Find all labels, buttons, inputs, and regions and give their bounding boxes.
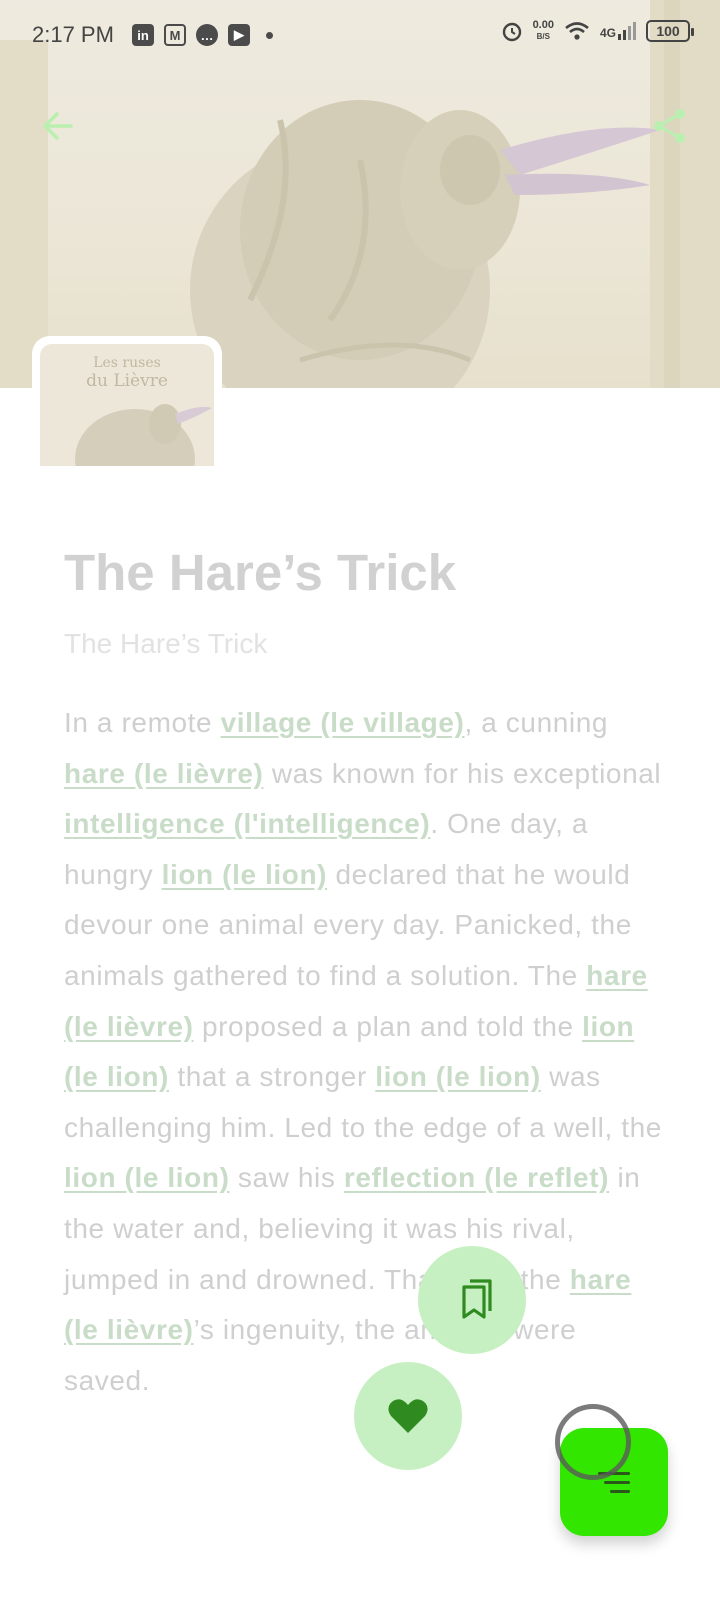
wifi-icon — [565, 22, 589, 40]
back-button[interactable] — [36, 104, 80, 148]
touch-indicator-ring — [555, 1404, 631, 1480]
more-notifications-dot — [266, 31, 273, 39]
arrow-left-icon — [43, 112, 73, 140]
net-speed-value: 0.00 — [532, 19, 554, 31]
vocab-link[interactable]: intelligence (l'intelligence) — [64, 808, 430, 839]
story-text-segment: , a cunning — [464, 707, 609, 738]
status-notification-icons: in M … ▶ — [132, 24, 273, 46]
alarm-icon — [502, 22, 521, 42]
story-content: The Hare’s Trick The Hare’s Trick In a r… — [64, 540, 664, 1406]
bookmark-button[interactable] — [418, 1246, 526, 1354]
book-cover-thumbnail: Les ruses du Lièvre — [32, 336, 222, 466]
net-speed-unit: B/S — [536, 32, 550, 41]
story-title: The Hare’s Trick — [64, 544, 457, 601]
messages-icon: … — [196, 24, 218, 46]
vocab-link[interactable]: lion (le lion) — [64, 1162, 230, 1193]
cell-signal-icon: 4G — [600, 22, 636, 40]
net-speed: 0.00 B/S — [533, 20, 554, 42]
heart-icon — [388, 1399, 428, 1433]
bookmarks-icon — [462, 1279, 492, 1319]
share-button[interactable] — [648, 104, 692, 148]
story-text-segment: In a remote — [64, 707, 221, 738]
vocab-link[interactable]: lion (le lion) — [375, 1061, 541, 1092]
battery-indicator: 100 — [646, 20, 694, 42]
youtube-icon: ▶ — [228, 24, 250, 46]
status-bar: 2:17 PM in M … ▶ 0.00 B/S 4G 100 — [0, 0, 720, 70]
like-button[interactable] — [354, 1362, 462, 1470]
story-text-segment: proposed a plan and told the — [193, 1010, 583, 1042]
linkedin-icon: in — [132, 24, 154, 46]
status-system-icons: 0.00 B/S 4G 100 — [501, 20, 694, 42]
network-type: 4G — [599, 26, 616, 40]
status-time: 2:17 PM — [32, 22, 114, 47]
vocab-link[interactable]: lion (le lion) — [162, 859, 328, 890]
story-text-segment: was known for his exceptional — [263, 757, 662, 789]
story-body: In a remote village (le village), a cunn… — [64, 698, 664, 1406]
story-subtitle: The Hare’s Trick — [64, 628, 268, 659]
vocab-link[interactable]: village (le village) — [221, 707, 465, 738]
share-icon — [654, 109, 685, 143]
vocab-link[interactable]: reflection (le reflet) — [344, 1162, 609, 1193]
gmail-icon: M — [164, 24, 186, 46]
story-text-segment: saw his — [229, 1162, 344, 1194]
cover-hare-illustration — [75, 404, 212, 466]
story-text-segment: that a stronger — [168, 1061, 376, 1093]
book-cover-image: Les ruses du Lièvre — [40, 344, 214, 466]
vocab-link[interactable]: hare (le lièvre) — [64, 758, 263, 789]
